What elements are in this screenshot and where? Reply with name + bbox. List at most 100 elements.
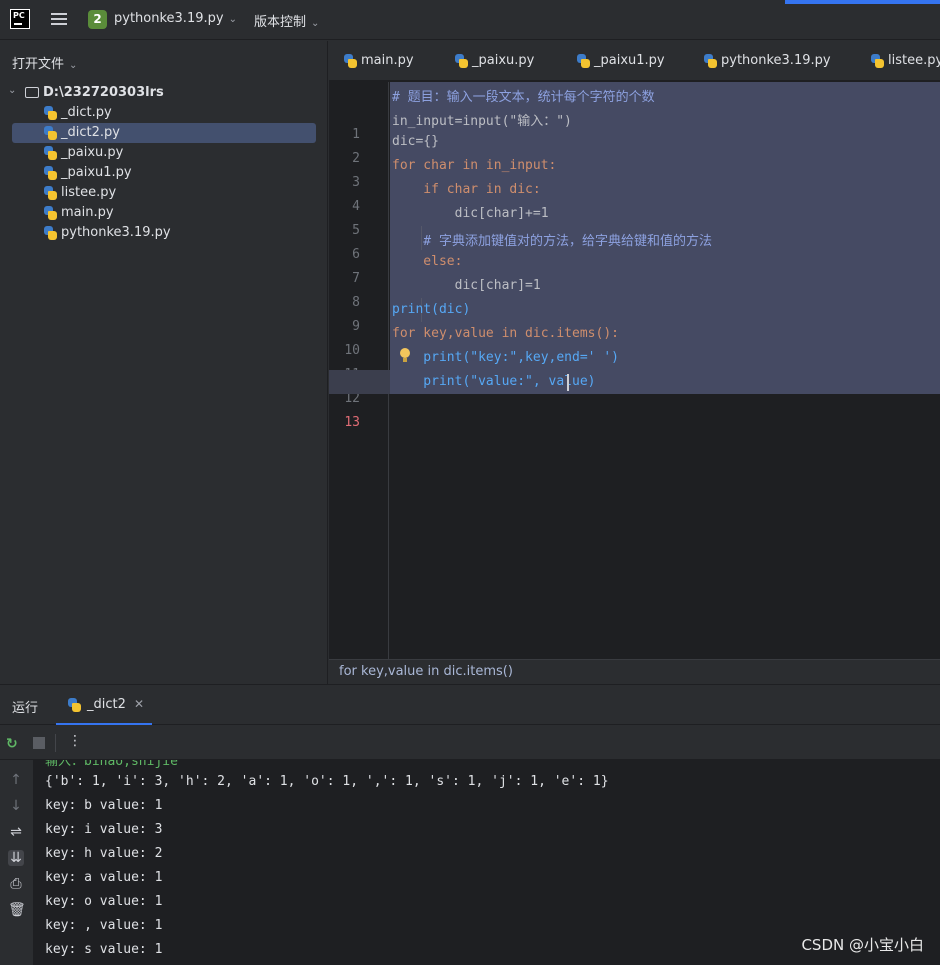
editor: main.py _paixu.py _paixu1.py pythonke3.1… — [329, 41, 940, 684]
code-line: else: — [392, 254, 462, 269]
console-line: key: a value: 1 — [45, 870, 163, 885]
tree-file[interactable]: _paixu1.py — [12, 163, 316, 183]
code-line: dic={} — [392, 134, 439, 149]
chevron-down-icon[interactable]: ⌄ — [8, 85, 16, 96]
code-text: print("key:",key,end=' ') — [392, 350, 619, 365]
tree-file[interactable]: _paixu.py — [12, 143, 316, 163]
console-line: key: i value: 3 — [45, 822, 163, 837]
code-line: in_input=input("输入：") — [392, 110, 572, 129]
project-switcher[interactable]: pythonke3.19.py ⌄ — [114, 11, 237, 26]
progress-strip — [785, 0, 940, 4]
file-label: _dict2.py — [61, 125, 120, 140]
tree-file[interactable]: _dict.py — [12, 103, 316, 123]
code-line-comment: # 字典添加键值对的方法，给字典给键和值的方法 — [392, 230, 712, 249]
run-tab[interactable]: _dict2 ✕ — [56, 685, 152, 725]
hamburger-menu-icon[interactable] — [51, 13, 67, 26]
run-toolbar: ↻ ⋮ — [0, 726, 940, 760]
console-line: key: h value: 2 — [45, 846, 163, 861]
file-label: _paixu1.py — [61, 165, 132, 180]
tree-file[interactable]: pythonke3.19.py — [12, 223, 316, 243]
code-text: else: — [392, 254, 463, 269]
breadcrumb-label: for key,value in dic.items() — [339, 664, 513, 679]
python-file-icon — [43, 106, 57, 120]
console-side-toolbar: ↑ ↓ ⇌ ⇊ ⎙ 🗑 — [0, 760, 33, 965]
lightbulb-icon[interactable] — [400, 348, 410, 364]
code-line: print(dic) — [392, 302, 470, 317]
code-line-comment: # 题目：输入一段文本，统计每个字符的个数 — [392, 86, 655, 105]
code-line: print("value:", value) — [392, 374, 595, 389]
python-file-icon — [43, 206, 57, 220]
vcs-menu[interactable]: 版本控制 ⌄ — [254, 11, 319, 30]
root-folder-label: D:\232720303lrs — [43, 85, 164, 100]
scroll-to-end-icon[interactable]: ⇊ — [8, 850, 24, 866]
line-number: 6 — [352, 247, 360, 262]
tree-file-selected[interactable]: _dict2.py — [12, 123, 316, 143]
python-file-icon — [454, 54, 468, 68]
code-text: # 字典添加键值对的方法，给字典给键和值的方法 — [392, 234, 712, 249]
code-text: # 题目：输入一段文本，统计每个字符的个数 — [392, 90, 655, 105]
folder-icon — [25, 87, 39, 98]
console-line: key: o value: 1 — [45, 894, 163, 909]
tree-file[interactable]: listee.py — [12, 183, 316, 203]
watermark: CSDN @小宝小白 — [801, 936, 924, 954]
print-icon[interactable]: ⎙ — [8, 876, 24, 892]
line-number: 9 — [352, 319, 360, 334]
file-label: pythonke3.19.py — [61, 225, 171, 240]
line-number: 5 — [352, 223, 360, 238]
line-number: 1 — [352, 127, 360, 142]
code-text: if char in dic: — [392, 182, 541, 197]
code-text: in_input=input("输入：") — [392, 114, 572, 129]
project-name: pythonke3.19.py — [114, 11, 224, 26]
tab-label: main.py — [361, 53, 414, 68]
close-icon[interactable]: ✕ — [134, 697, 144, 711]
title-bar: PC 2 pythonke3.19.py ⌄ 版本控制 ⌄ — [0, 0, 940, 40]
trash-icon[interactable]: 🗑 — [8, 902, 26, 918]
tree-root-folder[interactable]: ⌄ D:\232720303lrs — [0, 83, 328, 103]
file-label: _paixu.py — [61, 145, 124, 160]
tab-label: pythonke3.19.py — [721, 53, 831, 68]
code-text: for char in in_input: — [392, 158, 557, 173]
line-number: 4 — [352, 199, 360, 214]
code-line: dic[char]=1 — [392, 278, 541, 293]
toolbar-divider — [55, 734, 56, 752]
run-tab-bar: 运行 _dict2 ✕ — [0, 685, 940, 725]
chevron-down-icon: ⌄ — [311, 18, 320, 29]
vcs-label: 版本控制 — [254, 15, 307, 30]
python-file-icon — [343, 54, 357, 68]
tree-file[interactable]: main.py — [12, 203, 316, 223]
more-icon[interactable]: ⋮ — [68, 733, 82, 749]
tab-label: _paixu.py — [472, 53, 535, 68]
line-number-current: 13 — [344, 415, 360, 430]
code-area[interactable]: # 题目：输入一段文本，统计每个字符的个数 in_input=input("输入… — [329, 82, 940, 659]
project-panel: 打开文件 ⌄ ⌄ D:\232720303lrs _dict.py _dict2.… — [0, 41, 328, 684]
python-file-icon — [870, 54, 884, 68]
python-file-icon — [703, 54, 717, 68]
run-tab-label: _dict2 — [87, 697, 126, 712]
scroll-down-icon[interactable]: ↓ — [8, 798, 24, 814]
project-badge[interactable]: 2 — [88, 10, 107, 29]
scroll-up-icon[interactable]: ↑ — [8, 772, 24, 788]
console-input-line: 输入：binao,shijie — [45, 760, 178, 769]
open-files-dropdown[interactable]: 打开文件 ⌄ — [12, 53, 77, 72]
code-line: print("key:",key,end=' ') — [392, 350, 619, 365]
stop-icon[interactable] — [33, 737, 45, 749]
breadcrumb[interactable]: for key,value in dic.items() — [329, 659, 940, 684]
line-number: 7 — [352, 271, 360, 286]
rerun-icon[interactable]: ↻ — [6, 736, 18, 752]
soft-wrap-icon[interactable]: ⇌ — [8, 824, 24, 840]
python-file-icon — [43, 186, 57, 200]
run-panel: 运行 _dict2 ✕ ↻ ⋮ ↑ ↓ ⇌ ⇊ ⎙ 🗑 输入：binao,shi… — [0, 684, 940, 965]
python-file-icon — [43, 146, 57, 160]
console-line-partial: 输入：binao,shijie — [45, 760, 178, 769]
tab-label: listee.py — [888, 53, 940, 68]
code-text: dic[char]=1 — [392, 278, 541, 293]
line-number: 10 — [344, 343, 360, 358]
text-caret — [567, 374, 569, 391]
tab-label: _paixu1.py — [594, 53, 665, 68]
run-tool-label[interactable]: 运行 — [12, 697, 38, 716]
pycharm-logo-icon[interactable]: PC — [10, 9, 30, 29]
file-label: listee.py — [61, 185, 117, 200]
console-line: key: , value: 1 — [45, 918, 163, 933]
code-text: print(dic) — [392, 302, 471, 317]
file-label: main.py — [61, 205, 114, 220]
